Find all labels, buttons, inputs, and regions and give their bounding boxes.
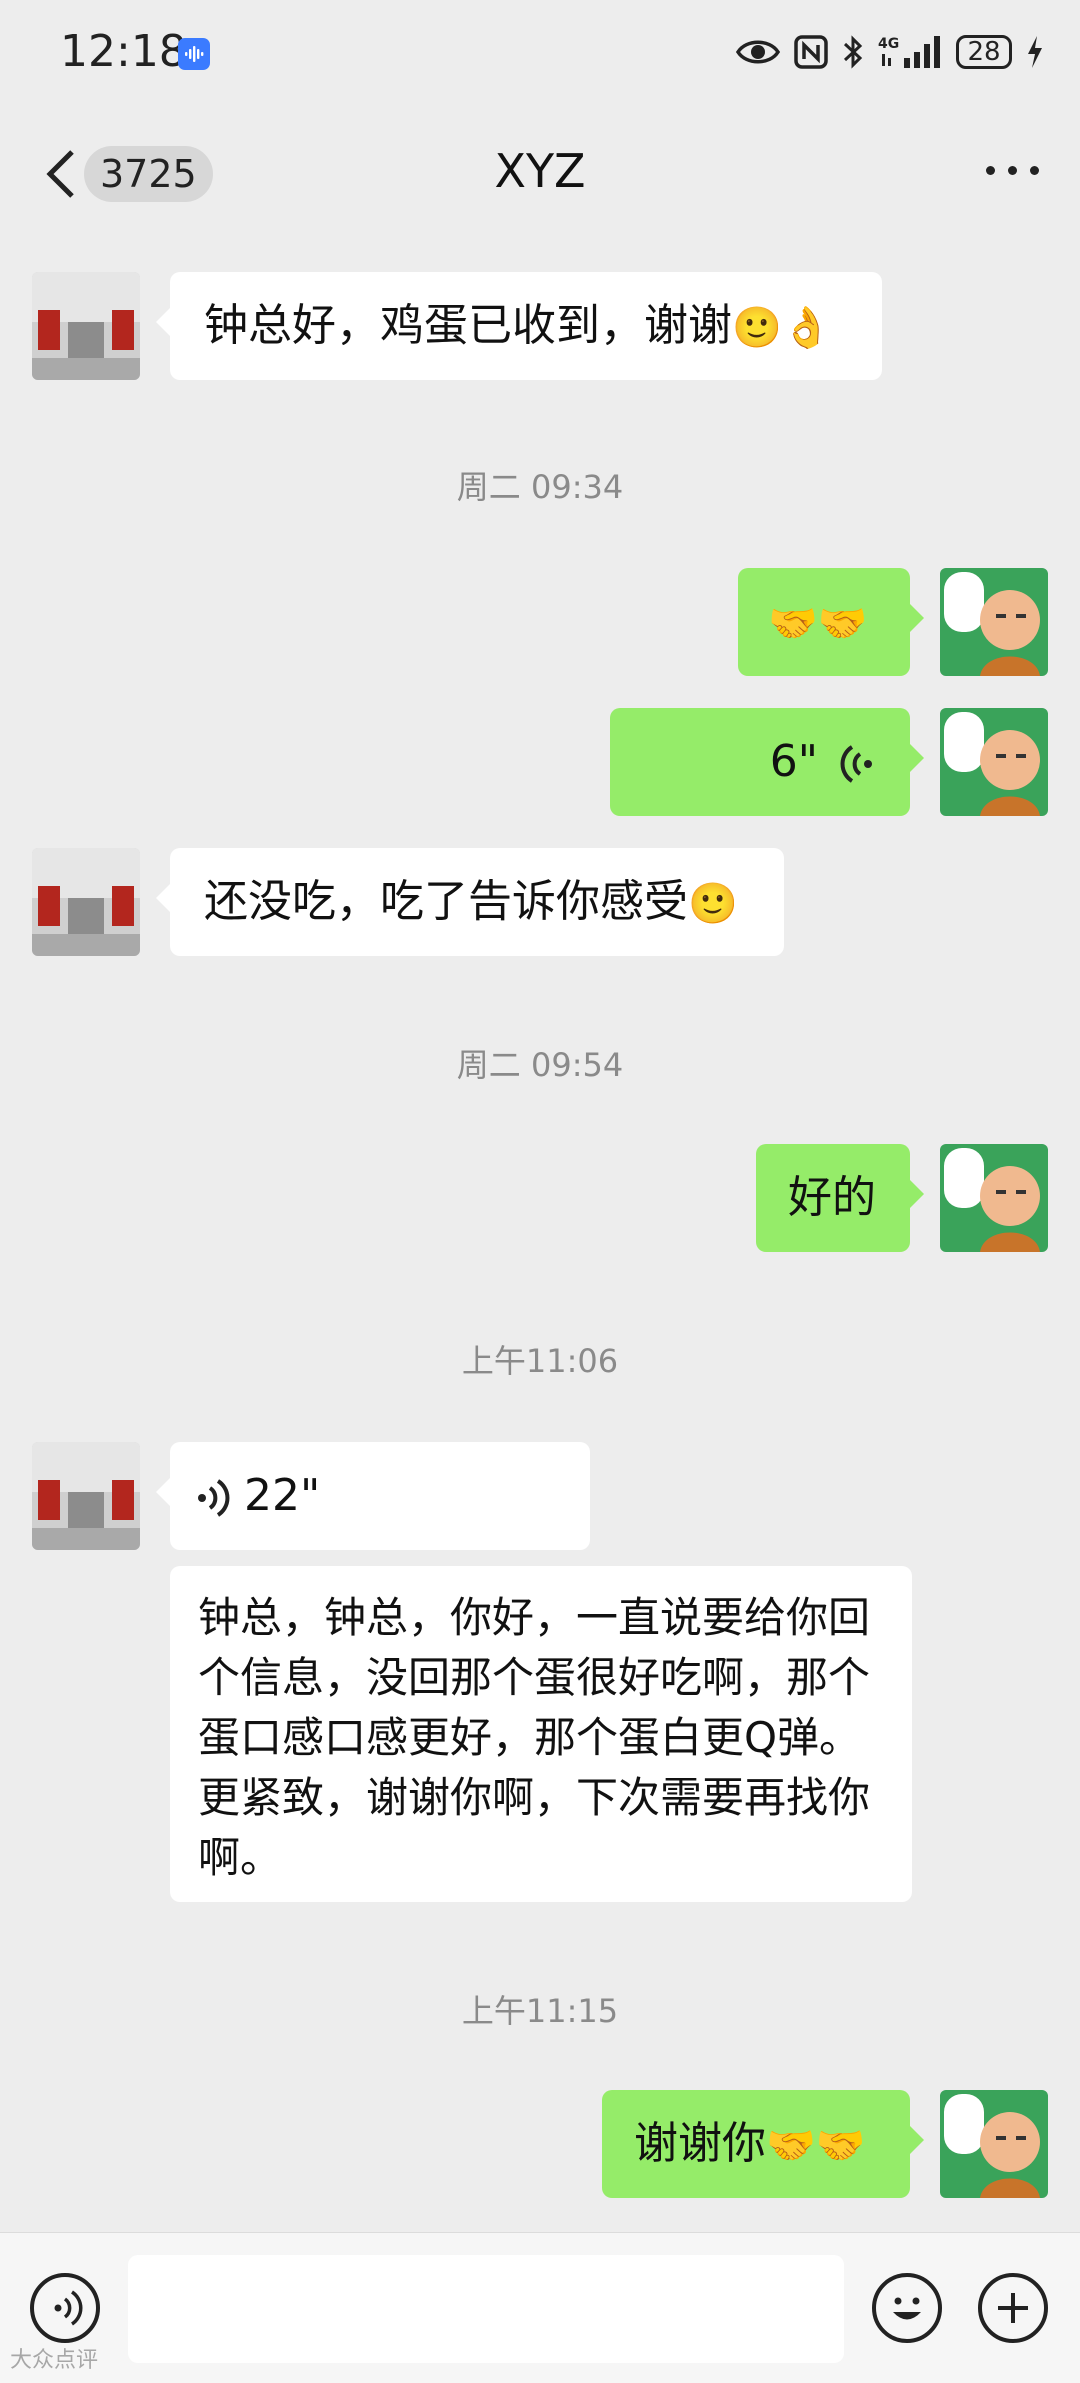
charging-bolt-icon	[1028, 36, 1042, 68]
my-avatar[interactable]	[940, 1144, 1048, 1252]
message-text: 钟总好，鸡蛋已收到，谢谢	[204, 300, 732, 351]
message-text: 谢谢你	[634, 2118, 766, 2169]
voice-mode-icon[interactable]	[30, 2273, 100, 2343]
emoji: 🤝🤝	[766, 2123, 866, 2169]
timestamp: 周二 09:54	[456, 1046, 624, 1084]
message-text: 好的	[788, 1172, 876, 1223]
nfc-icon	[794, 35, 828, 69]
contact-avatar[interactable]	[32, 848, 140, 956]
my-avatar[interactable]	[940, 2090, 1048, 2198]
message-bubble-incoming[interactable]: 还没吃，吃了告诉你感受🙂	[156, 848, 784, 956]
my-avatar[interactable]	[940, 568, 1048, 676]
voice-duration: 22"	[244, 1470, 321, 1521]
bluetooth-icon	[843, 35, 863, 69]
transcript-text: 钟总，钟总，你好，一直说要给你回个信息，没回那个蛋很好吃啊，那个蛋口感口感更好，…	[198, 1593, 871, 1882]
voice-transcript[interactable]: 钟总，钟总，你好，一直说要给你回个信息，没回那个蛋很好吃啊，那个蛋口感口感更好，…	[170, 1566, 912, 1902]
message-text: 还没吃，吃了告诉你感受	[204, 876, 688, 927]
timestamp: 周二 09:34	[456, 468, 624, 506]
watermark: 大众点评	[10, 2348, 99, 2373]
chat-title: XYZ	[494, 144, 586, 198]
message-bubble-outgoing[interactable]: 好的	[756, 1144, 924, 1252]
voice-wave-icon	[198, 1479, 230, 1517]
mic-badge-icon	[178, 38, 210, 70]
emoji-face-icon[interactable]	[872, 2273, 942, 2343]
input-bar	[0, 2232, 1080, 2383]
message-bubble-incoming[interactable]: 钟总好，鸡蛋已收到，谢谢🙂👌	[156, 272, 882, 380]
more-dots-icon[interactable]	[984, 160, 1040, 180]
contact-avatar[interactable]	[32, 272, 140, 380]
message-bubble-outgoing[interactable]: 谢谢你🤝🤝	[602, 2090, 924, 2198]
my-avatar[interactable]	[940, 708, 1048, 816]
plus-icon[interactable]	[978, 2273, 1048, 2343]
battery-level: 28	[967, 37, 1001, 67]
voice-message-outgoing[interactable]: 6"	[610, 708, 924, 816]
voice-message-incoming[interactable]: 22"	[156, 1442, 590, 1550]
message-bubble-outgoing[interactable]: 🤝🤝	[738, 568, 924, 676]
message-input[interactable]	[128, 2255, 844, 2363]
voice-wave-icon	[840, 745, 872, 783]
status-icons: 4G 28	[736, 30, 1044, 74]
timestamp: 上午11:06	[461, 1342, 619, 1380]
timestamp: 上午11:15	[461, 1992, 619, 2030]
emoji: 🤝🤝	[768, 601, 868, 647]
emoji: 🙂👌	[732, 305, 832, 351]
status-time: 12:18	[60, 26, 187, 77]
chat-header: 3725 XYZ	[0, 104, 1080, 234]
contact-avatar[interactable]	[32, 1442, 140, 1550]
status-bar: 12:18 4G 28	[0, 0, 1080, 104]
voice-duration: 6"	[769, 736, 818, 787]
emoji: 🙂	[688, 881, 738, 927]
eye-icon	[736, 40, 780, 64]
svg-text:4G: 4G	[878, 36, 899, 52]
signal-4g-icon: 4G	[878, 36, 940, 68]
battery-indicator: 28	[956, 35, 1012, 69]
